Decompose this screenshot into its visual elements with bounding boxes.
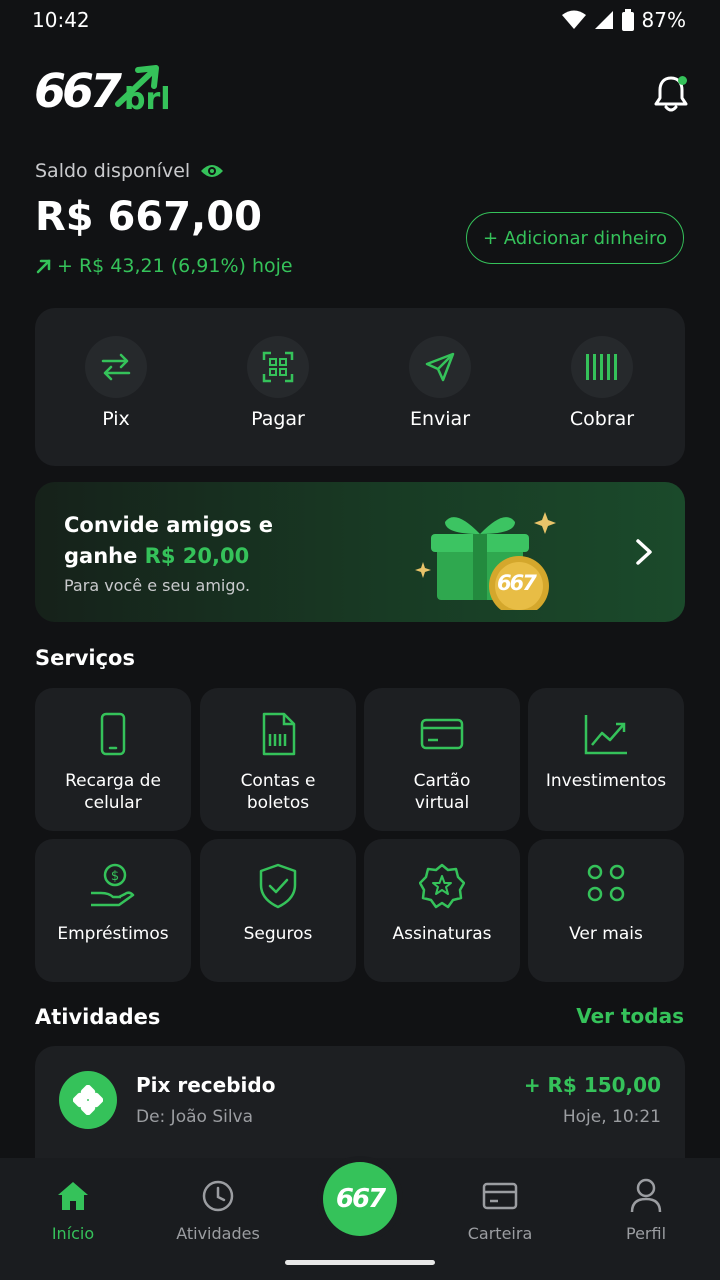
balance-change: + R$ 43,21 (6,91%) hoje: [57, 255, 293, 277]
promo-subtitle: Para você e seu amigo.: [64, 576, 251, 595]
add-money-button[interactable]: + Adicionar dinheiro: [466, 212, 684, 264]
chart-trend-icon: [584, 715, 627, 755]
service-label: Seguros: [243, 924, 313, 944]
activity-amount: + R$ 150,00: [523, 1073, 661, 1097]
quick-action-label: Cobrar: [569, 408, 635, 430]
balance-label: Saldo disponível: [35, 160, 191, 182]
card-icon: [420, 718, 464, 750]
nav-item-carteira[interactable]: Carteira: [440, 1178, 560, 1243]
battery-icon: [621, 9, 634, 31]
nav-label: Carteira: [467, 1224, 533, 1243]
activity-title: Pix recebido: [136, 1073, 276, 1097]
see-all-link[interactable]: Ver todas: [560, 1004, 684, 1028]
add-money-label: + Adicionar dinheiro: [482, 227, 668, 249]
status-time: 10:42: [32, 8, 90, 32]
quick-actions-card: Pix Pagar Enviar Cobrar: [35, 308, 685, 466]
status-icons: 87%: [561, 8, 686, 32]
service-emprestimos[interactable]: $ Empréstimos: [35, 839, 191, 982]
pix-icon: [59, 1071, 117, 1129]
service-label-line1: Cartão: [413, 771, 471, 791]
balance-change-row: + R$ 43,21 (6,91%) hoje: [35, 255, 293, 277]
activity-time: Hoje, 10:21: [562, 1107, 661, 1127]
battery-percent: 87%: [641, 8, 686, 32]
service-investimentos[interactable]: Investimentos: [528, 688, 684, 831]
service-label-line1: Recarga de: [65, 771, 161, 791]
promo-amount: R$ 20,00: [144, 544, 250, 568]
status-bar: 10:42 87%: [0, 0, 720, 40]
promo-title: Convide amigos e ganhe R$ 20,00: [64, 510, 273, 572]
grid-dots-icon: [587, 864, 625, 902]
referral-banner[interactable]: Convide amigos e ganhe R$ 20,00 Para voc…: [35, 482, 685, 622]
barcode-icon: [571, 336, 633, 398]
transfer-arrows-icon: [85, 336, 147, 398]
activity-subtitle: De: João Silva: [136, 1107, 254, 1127]
home-icon: [58, 1182, 88, 1210]
center-action-button[interactable]: 667: [323, 1162, 397, 1236]
quick-action-pagar[interactable]: Pagar: [197, 308, 359, 466]
notification-dot: [678, 76, 687, 85]
balance-label-row: Saldo disponível: [35, 160, 224, 182]
service-label-line2: boletos: [246, 793, 310, 813]
person-icon: [630, 1178, 662, 1213]
service-label-line1: Contas e: [240, 771, 316, 791]
service-contas-boletos[interactable]: Contas e boletos: [200, 688, 356, 831]
service-recarga-celular[interactable]: Recarga de celular: [35, 688, 191, 831]
nav-label: Atividades: [176, 1224, 260, 1243]
service-label: Recarga de celular: [39, 770, 187, 814]
nav-label: Perfil: [625, 1224, 667, 1243]
balance-value: R$ 667,00: [35, 194, 262, 240]
home-indicator[interactable]: [285, 1260, 435, 1265]
loan-hand-icon: $: [91, 863, 135, 907]
gift-icon: [415, 512, 556, 610]
quick-action-label: Pix: [102, 408, 130, 430]
service-label-line2: virtual: [414, 793, 470, 813]
quick-action-cobrar[interactable]: Cobrar: [521, 308, 683, 466]
quick-action-pix[interactable]: Pix: [35, 308, 197, 466]
bill-icon: [262, 712, 296, 756]
trend-up-icon: [36, 259, 51, 274]
service-label: Ver mais: [569, 924, 643, 944]
nav-item-atividades[interactable]: Atividades: [158, 1178, 278, 1243]
service-label: Assinaturas: [392, 924, 492, 944]
logo-suffix: brl: [124, 82, 171, 117]
app-logo: 667 brl: [34, 64, 174, 120]
promo-coin-text: 667: [497, 571, 537, 595]
chevron-right-icon[interactable]: [633, 538, 655, 566]
service-seguros[interactable]: Seguros: [200, 839, 356, 982]
eye-icon[interactable]: [200, 163, 224, 179]
star-badge-icon: [419, 863, 465, 909]
service-label: Investimentos: [545, 771, 667, 791]
nav-label: Início: [51, 1224, 95, 1243]
quick-action-label: Pagar: [251, 408, 305, 430]
clock-icon: [202, 1180, 234, 1212]
service-cartao-virtual[interactable]: Cartão virtual: [364, 688, 520, 831]
nav-item-perfil[interactable]: Perfil: [586, 1178, 706, 1243]
service-ver-mais[interactable]: Ver mais: [528, 839, 684, 982]
service-label-line2: celular: [84, 793, 142, 813]
promo-title-line2: ganhe R$ 20,00: [64, 541, 273, 572]
service-label: Contas e boletos: [204, 770, 352, 814]
quick-action-enviar[interactable]: Enviar: [359, 308, 521, 466]
logo-number: 667: [34, 64, 122, 118]
nav-item-inicio[interactable]: Início: [13, 1178, 133, 1243]
service-label: Empréstimos: [57, 924, 169, 944]
service-label: Cartão virtual: [368, 770, 516, 814]
shield-check-icon: [259, 863, 297, 909]
send-icon: [409, 336, 471, 398]
services-title: Serviços: [35, 646, 135, 670]
service-assinaturas[interactable]: Assinaturas: [364, 839, 520, 982]
wifi-icon: [561, 10, 586, 29]
phone-icon: [100, 712, 126, 756]
wallet-icon: [482, 1182, 518, 1210]
activities-title: Atividades: [35, 1005, 161, 1029]
quick-action-label: Enviar: [409, 408, 471, 430]
signal-icon: [594, 11, 613, 29]
promo-title-prefix: ganhe: [64, 544, 145, 568]
promo-title-line1: Convide amigos e: [64, 513, 274, 537]
qr-scan-icon: [247, 336, 309, 398]
svg-text:$: $: [111, 869, 119, 884]
